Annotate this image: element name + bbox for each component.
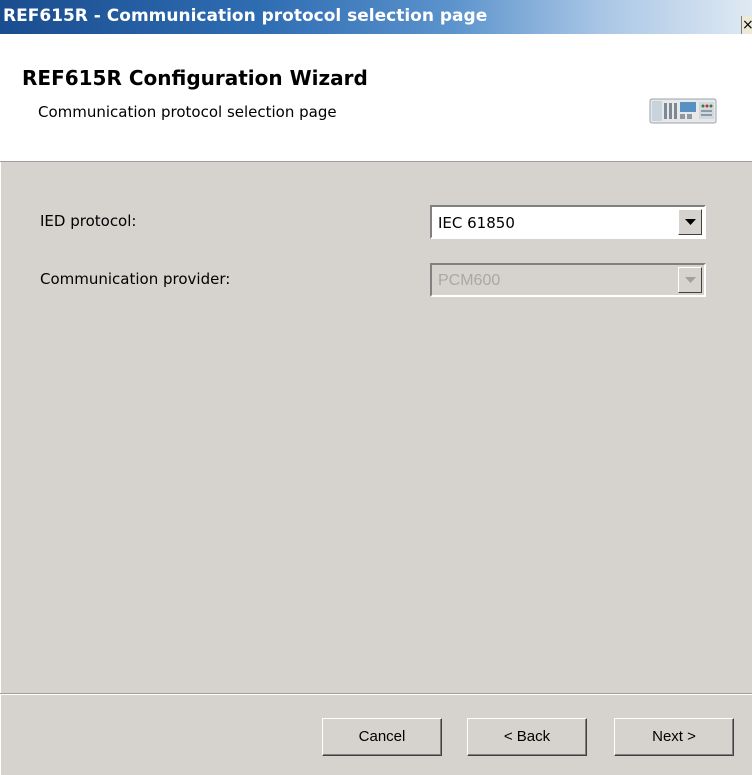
back-button[interactable]: < Back <box>467 718 587 756</box>
communication-provider-label: Communication provider: <box>40 270 231 288</box>
title-bar: REF615R - Communication protocol selecti… <box>0 0 752 34</box>
ied-protocol-value: IEC 61850 <box>438 214 515 232</box>
ied-protocol-dropdown-button[interactable] <box>678 209 702 235</box>
window-title: REF615R - Communication protocol selecti… <box>3 6 488 26</box>
wizard-subtitle: Communication protocol selection page <box>38 103 337 121</box>
cancel-button[interactable]: Cancel <box>322 718 442 756</box>
communication-provider-value: PCM600 <box>438 272 501 289</box>
chevron-down-icon <box>685 277 696 283</box>
footer-divider <box>0 693 752 695</box>
relay-device-icon <box>649 98 717 124</box>
close-button[interactable]: × <box>741 16 752 34</box>
close-icon: × <box>742 17 752 33</box>
wizard-title: REF615R Configuration Wizard <box>22 66 368 90</box>
dialog-left-edge <box>0 162 1 775</box>
chevron-down-icon <box>685 219 696 225</box>
next-button[interactable]: Next > <box>614 718 734 756</box>
ied-protocol-dropdown[interactable]: IEC 61850 <box>430 205 706 239</box>
wizard-header: REF615R Configuration Wizard Communicati… <box>0 34 752 162</box>
communication-provider-dropdown: PCM600 <box>430 263 706 297</box>
ied-protocol-label: IED protocol: <box>40 212 137 230</box>
communication-provider-dropdown-button <box>678 267 702 293</box>
